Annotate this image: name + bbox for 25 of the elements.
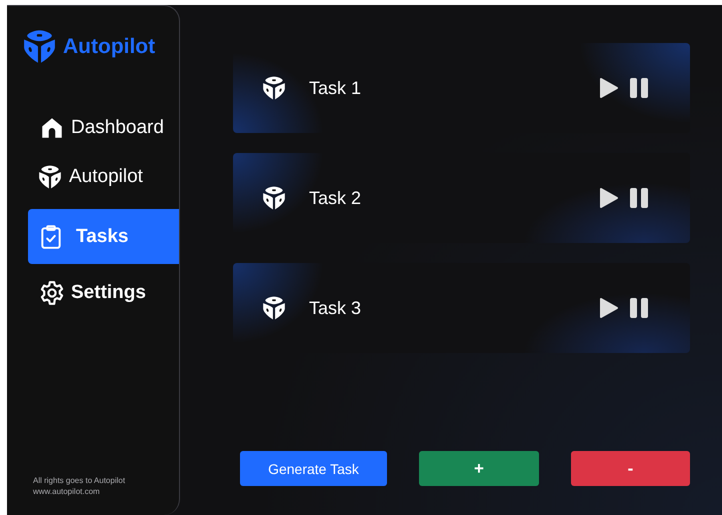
play-icon[interactable] [599, 187, 619, 209]
footer-text: www.autopilot.com [33, 486, 101, 497]
nav-item[interactable]: Tasks [28, 209, 179, 264]
nav-item[interactable]: Dashboard [39, 103, 179, 153]
task-name: Task 2 [309, 188, 362, 208]
play-icon[interactable] [599, 297, 619, 319]
generate-task-button[interactable]: Generate Task [240, 451, 387, 486]
add-button[interactable]: + [419, 451, 539, 486]
cube-icon [261, 185, 287, 211]
brand-name: Autopilot [63, 34, 156, 58]
cube-icon [261, 75, 287, 101]
cube-icon [21, 28, 58, 65]
footer-text: All rights goes to Autopilot [33, 475, 126, 486]
pause-icon[interactable] [629, 297, 649, 319]
remove-button[interactable]: - [571, 451, 690, 486]
cube-icon [37, 164, 63, 190]
nav-item[interactable]: Autopilot [37, 153, 179, 201]
pause-icon[interactable] [629, 187, 649, 209]
nav-item[interactable]: Settings [39, 268, 179, 318]
settings-icon [39, 280, 65, 306]
pause-icon[interactable] [629, 77, 649, 99]
cube-icon [261, 295, 287, 321]
task-name: Task 1 [309, 78, 362, 98]
task-name: Task 3 [309, 298, 362, 318]
play-icon[interactable] [599, 77, 619, 99]
